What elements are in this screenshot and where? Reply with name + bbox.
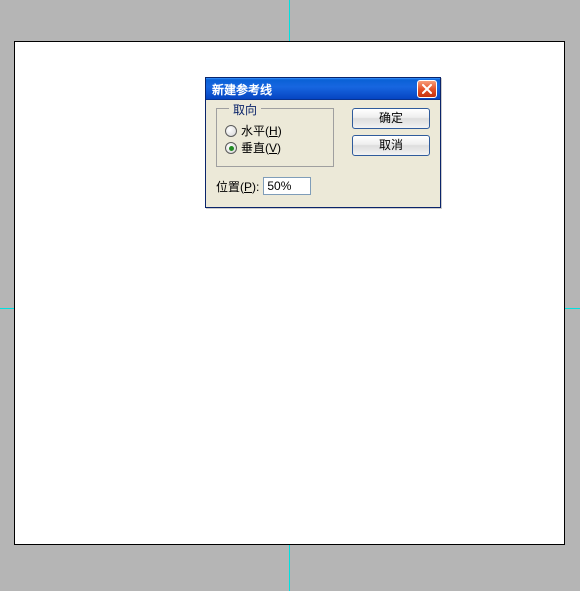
close-icon [422,84,432,94]
orientation-group-label: 取向 [229,101,261,118]
radio-vertical-row[interactable]: 垂直(V) [225,141,325,155]
new-guide-dialog: 新建参考线 确定 取消 取向 水平(H) 垂直(V) 位置(P): [205,77,441,208]
radio-vertical-label: 垂直(V) [241,141,281,155]
dialog-title: 新建参考线 [212,81,417,98]
close-button[interactable] [417,80,437,98]
radio-vertical[interactable] [225,142,237,154]
position-label: 位置(P): [216,178,259,195]
dialog-button-column: 确定 取消 [352,108,430,156]
orientation-group: 取向 水平(H) 垂直(V) [216,108,334,167]
ok-button[interactable]: 确定 [352,108,430,129]
dialog-titlebar[interactable]: 新建参考线 [206,78,440,100]
radio-horizontal-label: 水平(H) [241,124,282,138]
position-row: 位置(P): [216,177,430,195]
dialog-body: 确定 取消 取向 水平(H) 垂直(V) 位置(P): [206,100,440,207]
radio-horizontal[interactable] [225,125,237,137]
radio-horizontal-row[interactable]: 水平(H) [225,124,325,138]
cancel-button[interactable]: 取消 [352,135,430,156]
position-input[interactable] [263,177,311,195]
